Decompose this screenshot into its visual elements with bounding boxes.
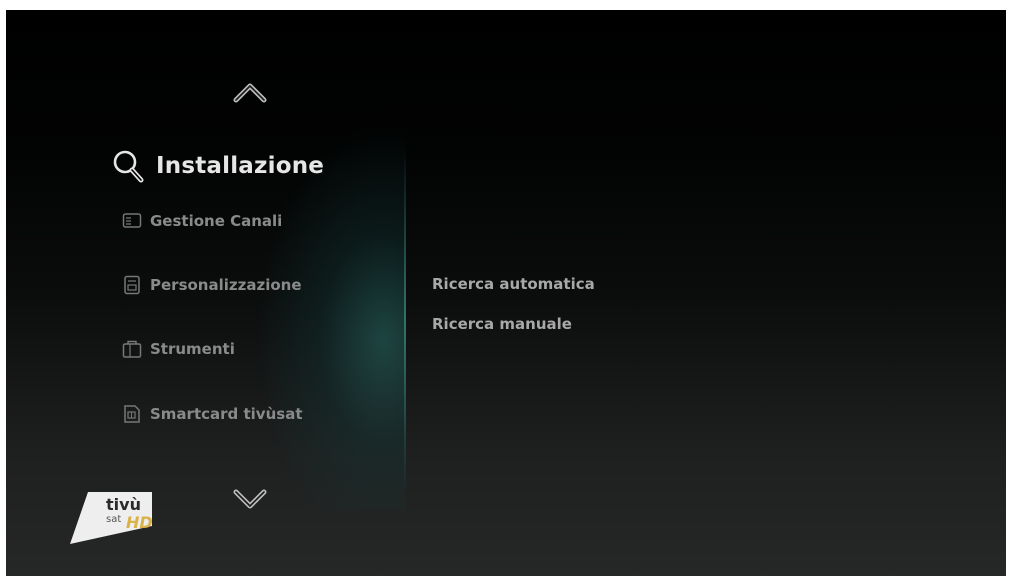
chevron-up-icon[interactable] bbox=[232, 80, 268, 104]
submenu-item-ricerca-manuale[interactable]: Ricerca manuale bbox=[432, 315, 572, 333]
submenu-item-ricerca-automatica[interactable]: Ricerca automatica bbox=[432, 275, 595, 293]
menu-section-label: Installazione bbox=[156, 153, 325, 179]
smartcard-icon bbox=[124, 405, 140, 423]
menu-item-label: Personalizzazione bbox=[150, 276, 302, 294]
chevron-down-icon[interactable] bbox=[232, 488, 268, 512]
customize-icon bbox=[124, 275, 140, 295]
menu-divider bbox=[404, 150, 406, 490]
logo-badge: HD bbox=[126, 513, 153, 532]
tools-icon bbox=[122, 340, 142, 358]
menu-section-title[interactable]: Installazione bbox=[110, 146, 324, 186]
menu-item-strumenti[interactable]: Strumenti bbox=[122, 336, 235, 362]
menu-item-personalizzazione[interactable]: Personalizzazione bbox=[122, 272, 302, 298]
menu-item-smartcard[interactable]: Smartcard tivùsat bbox=[122, 401, 302, 427]
logo-brand: tivù bbox=[106, 495, 141, 514]
magnifier-icon bbox=[113, 150, 144, 183]
tivusat-hd-logo: tivù sat HD bbox=[70, 492, 153, 544]
menu-item-label: Strumenti bbox=[150, 340, 235, 358]
menu-item-label: Smartcard tivùsat bbox=[150, 405, 303, 423]
menu-item-gestione-canali[interactable]: Gestione Canali bbox=[122, 208, 282, 234]
logo-sub: sat bbox=[106, 514, 121, 525]
tv-menu-screen: Installazione Gestione Canali Personaliz… bbox=[6, 10, 1006, 576]
selection-glow bbox=[256, 130, 406, 510]
menu-item-label: Gestione Canali bbox=[150, 212, 283, 230]
channel-list-icon bbox=[122, 213, 142, 228]
